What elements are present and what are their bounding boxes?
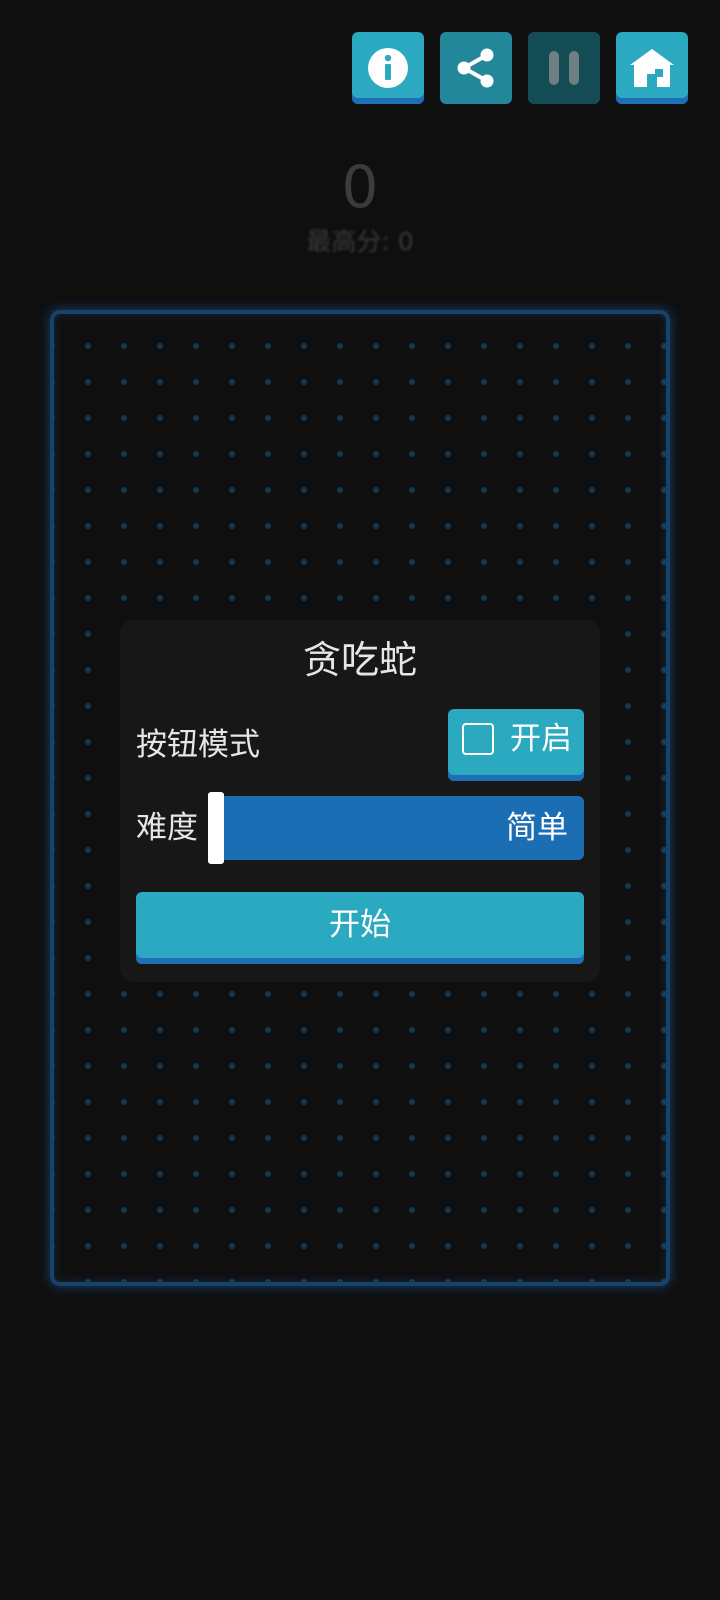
difficulty-slider-thumb[interactable] xyxy=(208,792,224,864)
top-toolbar xyxy=(352,32,688,104)
home-button[interactable] xyxy=(616,32,688,104)
share-button[interactable] xyxy=(440,32,512,104)
pause-icon xyxy=(549,51,579,85)
pause-button[interactable] xyxy=(528,32,600,104)
info-button[interactable] xyxy=(352,32,424,104)
dialog-title: 贪吃蛇 xyxy=(302,638,417,682)
checkbox-icon xyxy=(462,723,494,755)
start-button[interactable]: 开始 xyxy=(136,892,584,964)
game-screen: 0 最高分: 0 贪吃蛇 按钮模式 开启 难度 简单 开始 xyxy=(0,0,720,1600)
button-mode-toggle-label: 开启 xyxy=(510,721,572,757)
difficulty-value: 简单 xyxy=(506,810,568,846)
best-score: 最高分: 0 xyxy=(306,227,414,256)
button-mode-label: 按钮模式 xyxy=(136,727,260,763)
info-icon xyxy=(368,48,408,88)
button-mode-toggle[interactable]: 开启 xyxy=(448,709,584,781)
difficulty-label: 难度 xyxy=(136,810,198,846)
score-value: 0 xyxy=(341,153,379,221)
start-dialog: 贪吃蛇 按钮模式 开启 难度 简单 开始 xyxy=(120,620,600,982)
home-icon xyxy=(630,49,674,87)
difficulty-slider[interactable]: 简单 xyxy=(218,796,584,860)
share-icon xyxy=(457,48,494,88)
